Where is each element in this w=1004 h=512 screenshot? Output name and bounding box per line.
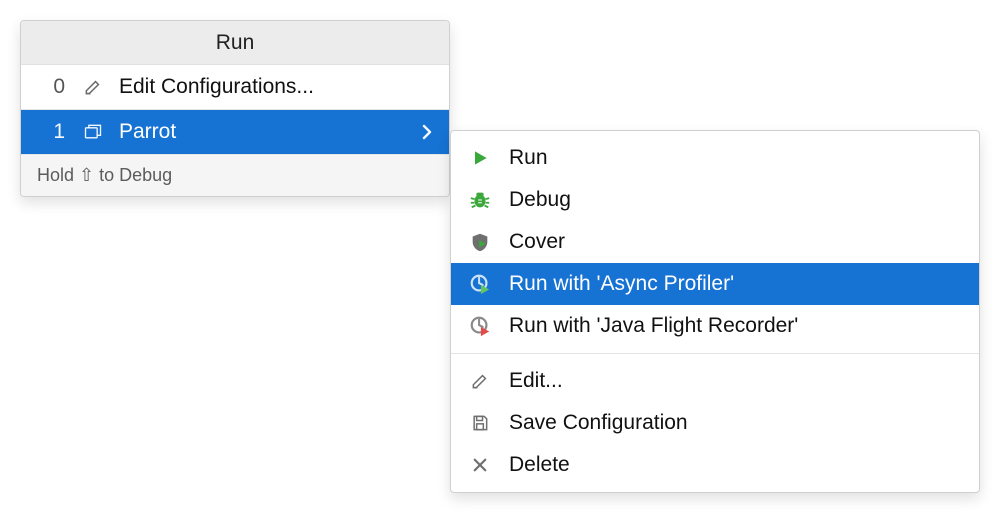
bug-icon (467, 187, 493, 213)
profiler-run-icon (467, 271, 493, 297)
submenu-item-debug[interactable]: Debug (451, 179, 979, 221)
application-icon (81, 120, 105, 144)
save-icon (467, 410, 493, 436)
run-popup-title: Run (21, 21, 449, 65)
run-item-parrot[interactable]: 1 Parrot (21, 110, 449, 154)
submenu-item-label: Cover (509, 230, 565, 254)
submenu-item-label: Run with 'Async Profiler' (509, 272, 734, 296)
submenu-item-cover[interactable]: Cover (451, 221, 979, 263)
run-item-edit-configurations[interactable]: 0 Edit Configurations... (21, 65, 449, 109)
pencil-icon (81, 75, 105, 99)
close-icon (467, 452, 493, 478)
chevron-right-icon (417, 122, 437, 142)
run-item-accelerator: 1 (33, 120, 65, 144)
run-popup: Run 0 Edit Configurations... 1 Parrot Ho… (20, 20, 450, 197)
run-popup-footer: Hold ⇧ to Debug (21, 154, 449, 196)
submenu-item-edit[interactable]: Edit... (451, 360, 979, 402)
submenu-item-delete[interactable]: Delete (451, 444, 979, 486)
play-icon (467, 145, 493, 171)
run-item-label: Parrot (119, 120, 176, 144)
submenu-item-label: Run (509, 146, 548, 170)
shield-icon (467, 229, 493, 255)
submenu-item-save[interactable]: Save Configuration (451, 402, 979, 444)
submenu-item-label: Edit... (509, 369, 563, 393)
pencil-icon (467, 368, 493, 394)
submenu-item-label: Delete (509, 453, 570, 477)
profiler-record-icon (467, 313, 493, 339)
submenu-item-run[interactable]: Run (451, 137, 979, 179)
run-item-accelerator: 0 (33, 75, 65, 99)
submenu-item-label: Run with 'Java Flight Recorder' (509, 314, 798, 338)
run-item-label: Edit Configurations... (119, 75, 314, 99)
submenu-item-label: Debug (509, 188, 571, 212)
submenu-item-async-profiler[interactable]: Run with 'Async Profiler' (451, 263, 979, 305)
separator (451, 353, 979, 354)
submenu-item-label: Save Configuration (509, 411, 688, 435)
submenu-item-jfr[interactable]: Run with 'Java Flight Recorder' (451, 305, 979, 347)
run-submenu: Run Debug Cover (450, 130, 980, 493)
